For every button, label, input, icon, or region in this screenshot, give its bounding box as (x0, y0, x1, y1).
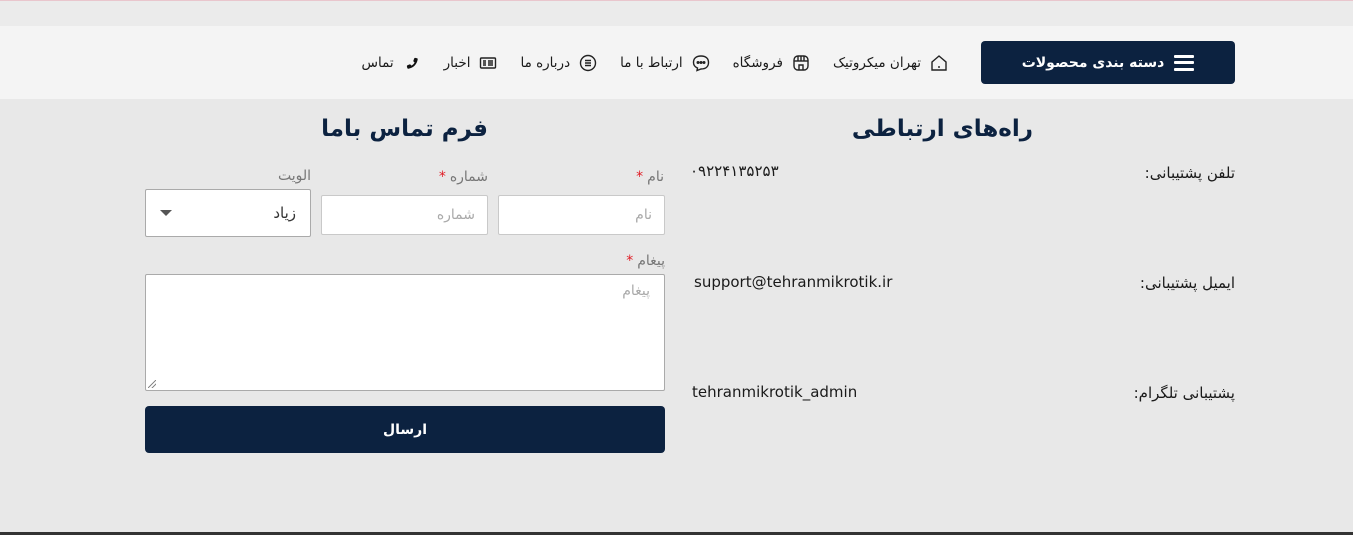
phone-icon (402, 53, 422, 73)
required-mark: * (636, 169, 644, 185)
nav-item-label: درباره ما (520, 55, 571, 71)
priority-selected-value: زیاد (273, 204, 296, 222)
support-phone-label: تلفن پشتیبانی: (1144, 164, 1235, 182)
category-menu-button[interactable]: دسته بندی محصولات (981, 41, 1235, 84)
nav-item-home[interactable]: تهران میکروتیک (833, 53, 949, 73)
nav-item-call[interactable]: تماس (361, 53, 421, 73)
telegram-support-value: tehranmikrotik_admin (692, 383, 858, 401)
number-label: شماره* (438, 169, 488, 185)
nav-item-shop[interactable]: فروشگاه (733, 53, 811, 73)
contact-form-title: فرم تماس باما (321, 116, 488, 142)
name-input[interactable]: نام (498, 195, 665, 235)
chat-bubble-icon (691, 53, 711, 73)
chevron-down-icon (160, 210, 172, 216)
nav-item-news[interactable]: اخبار (444, 53, 499, 73)
support-email-label: ایمیل پشتیبانی: (1139, 274, 1235, 292)
info-list-icon (578, 53, 598, 73)
required-mark: * (438, 169, 446, 185)
site-header: دسته بندی محصولات تهران میکروتیک فروشگاه… (0, 26, 1353, 99)
support-phone-value: ۰۹۲۲۴۱۳۵۲۵۳ (690, 162, 779, 180)
contact-info-title: راه‌های ارتباطی (851, 116, 1033, 142)
message-textarea[interactable]: پیغام (145, 274, 665, 391)
priority-select[interactable]: زیاد (145, 189, 311, 237)
submit-button[interactable]: ارسال (145, 406, 665, 453)
category-menu-label: دسته بندی محصولات (1021, 54, 1165, 71)
required-mark: * (626, 253, 634, 269)
support-email-value: support@tehranmikrotik.ir (694, 273, 893, 291)
message-label: پیغام* (626, 253, 665, 269)
nav-item-label: اخبار (443, 55, 471, 71)
store-icon (791, 53, 811, 73)
top-strip (0, 0, 1353, 26)
priority-label: الویت (277, 168, 311, 184)
hamburger-icon (1174, 54, 1195, 71)
nav-item-label: ارتباط با ما (620, 55, 683, 71)
name-label: نام* (636, 169, 664, 185)
nav-item-about-us[interactable]: درباره ما (520, 53, 598, 73)
nav-item-label: فروشگاه (732, 55, 783, 71)
nav-item-label: تماس (361, 55, 394, 71)
telegram-support-label: پشتیبانی تلگرام: (1133, 384, 1235, 402)
home-icon (929, 53, 949, 73)
newspaper-icon (478, 53, 498, 73)
main-nav: تهران میکروتیک فروشگاه ارتباط با ما دربا… (361, 50, 949, 76)
resize-handle-icon[interactable] (148, 380, 156, 388)
message-placeholder: پیغام (622, 283, 650, 299)
number-input[interactable]: شماره (321, 195, 488, 235)
nav-item-label: تهران میکروتیک (832, 55, 921, 71)
nav-item-contact-us[interactable]: ارتباط با ما (620, 53, 711, 73)
